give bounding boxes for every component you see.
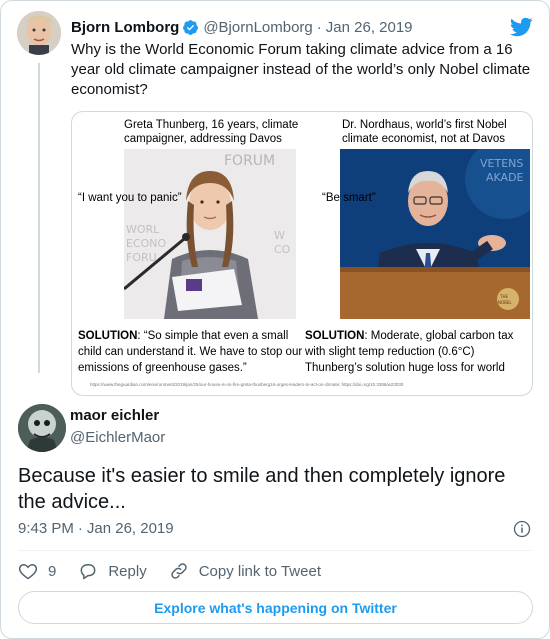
heart-icon <box>18 563 38 580</box>
reply-time: 9:43 PM <box>18 520 74 537</box>
left-caption: Greta Thunberg, 16 years, climate campai… <box>124 119 299 145</box>
reply-handle[interactable]: @EichlerMaor <box>70 429 165 446</box>
link-icon <box>170 563 187 579</box>
parent-date[interactable]: Jan 26, 2019 <box>326 19 413 36</box>
info-icon[interactable] <box>513 520 531 538</box>
copy-link-button[interactable]: Copy link to Tweet <box>169 561 321 581</box>
right-photo: VETENS AKADE THE NOBEL <box>340 149 530 319</box>
parent-tweet-text: Why is the World Economic Forum taking c… <box>71 41 531 98</box>
reply-separator: · <box>77 520 83 537</box>
thread-connector-line <box>38 63 40 373</box>
svg-text:VETENS: VETENS <box>480 157 523 170</box>
svg-text:WORL: WORL <box>126 223 160 236</box>
left-solution: SOLUTION: “So simple that even a small c… <box>78 328 303 376</box>
svg-text:CO: CO <box>274 243 291 256</box>
source-urls: https://www.theguardian.com/environment/… <box>90 382 404 387</box>
divider <box>18 550 532 551</box>
parent-header: Bjorn Lomborg @BjornLomborg · Jan 26, 20… <box>71 17 413 37</box>
right-solution-label: SOLUTION <box>305 330 365 342</box>
reply-tweet-text: Because it's easier to smile and then co… <box>18 465 506 513</box>
svg-text:W: W <box>274 229 285 242</box>
svg-text:FORU: FORU <box>126 251 157 264</box>
reply-avatar[interactable] <box>18 404 66 452</box>
verified-badge-icon <box>183 19 199 35</box>
parent-handle[interactable]: @BjornLomborg <box>203 19 312 36</box>
parent-name[interactable]: Bjorn Lomborg <box>71 19 179 36</box>
svg-text:ECONO: ECONO <box>126 237 167 250</box>
left-quote: “I want you to panic” <box>78 192 182 204</box>
explore-twitter-button[interactable]: Explore what's happening on Twitter <box>18 591 533 624</box>
svg-text:NOBEL: NOBEL <box>498 300 512 305</box>
svg-text:AKADE: AKADE <box>486 171 524 184</box>
right-caption: Dr. Nordhaus, world’s first Nobel climat… <box>342 119 507 145</box>
parent-separator: · <box>316 18 322 36</box>
twitter-bird-icon[interactable] <box>509 15 533 39</box>
copy-link-label: Copy link to Tweet <box>198 562 321 580</box>
reply-name[interactable]: maor eichler <box>70 407 159 424</box>
right-solution: SOLUTION: Moderate, global carbon tax wi… <box>305 328 530 376</box>
reply-bubble-icon <box>80 564 96 580</box>
action-bar: 9 Reply Copy link to Tweet <box>18 559 343 583</box>
reply-date: Jan 26, 2019 <box>86 520 174 537</box>
reply-timestamp[interactable]: 9:43 PM · Jan 26, 2019 <box>18 520 174 537</box>
reply-button[interactable]: Reply <box>78 561 147 581</box>
tweet-image[interactable]: Greta Thunberg, 16 years, climate campai… <box>71 111 533 396</box>
parent-avatar[interactable] <box>17 11 61 55</box>
embedded-tweet-card: Bjorn Lomborg @BjornLomborg · Jan 26, 20… <box>0 0 550 639</box>
reply-label: Reply <box>108 562 147 580</box>
left-photo: FORUM WORL ECONO FORU W CO <box>124 149 296 319</box>
right-quote: “Be smart” <box>322 192 376 204</box>
like-count: 9 <box>48 562 57 580</box>
svg-text:THE: THE <box>499 294 508 299</box>
left-backdrop-forum: FORUM <box>224 153 275 169</box>
left-solution-label: SOLUTION <box>78 330 138 342</box>
like-button[interactable]: 9 <box>18 561 56 581</box>
